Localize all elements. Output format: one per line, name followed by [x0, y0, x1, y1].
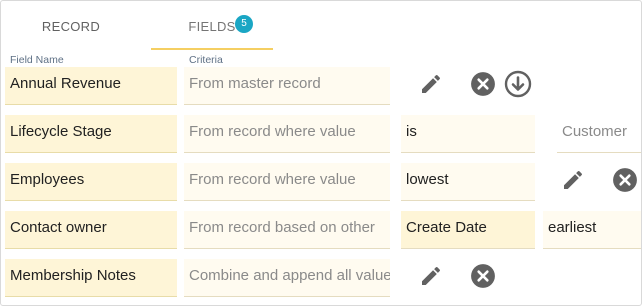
active-tab-indicator	[151, 48, 273, 50]
clear-icon[interactable]	[470, 263, 496, 289]
field-row: Lifecycle Stage From record where value …	[1, 115, 641, 155]
field-name: Annual Revenue	[5, 67, 177, 105]
field-row: Annual Revenue From master record	[1, 67, 641, 107]
criteria-select[interactable]: Combine and append all values	[184, 259, 390, 297]
field-name: Employees	[5, 163, 177, 201]
field-row: Employees From record where value lowest	[1, 163, 641, 203]
criteria-select[interactable]: From master record	[184, 67, 390, 105]
field-name: Lifecycle Stage	[5, 115, 177, 153]
tab-record-label: RECORD	[41, 19, 101, 34]
criteria-select[interactable]: From record where value	[184, 163, 390, 201]
clear-icon[interactable]	[612, 167, 638, 193]
edit-icon[interactable]	[561, 168, 585, 192]
fields-count-badge: 5	[235, 15, 253, 33]
value-select[interactable]: earliest	[543, 211, 641, 249]
edit-icon[interactable]	[419, 264, 443, 288]
operator-select[interactable]: is	[401, 115, 535, 153]
value-select[interactable]: Customer	[557, 115, 641, 153]
clear-icon[interactable]	[470, 71, 496, 97]
tab-record[interactable]: RECORD	[21, 1, 121, 49]
tab-fields[interactable]: FIELDS	[151, 1, 273, 50]
download-icon[interactable]	[504, 70, 532, 98]
criteria-select[interactable]: From record where value	[184, 115, 390, 153]
field-row: Membership Notes Combine and append all …	[1, 259, 641, 299]
field-name-column-header: Field Name	[10, 54, 64, 66]
tab-fields-label: FIELDS	[188, 19, 236, 34]
field-name: Contact owner	[5, 211, 177, 249]
field-row: Contact owner From record based on other…	[1, 211, 641, 251]
edit-icon[interactable]	[419, 72, 443, 96]
merge-fields-panel: RECORD FIELDS 5 Field Name Criteria Annu…	[0, 0, 642, 306]
field-name: Membership Notes	[5, 259, 177, 297]
criteria-select[interactable]: From record based on other	[184, 211, 390, 249]
criteria-column-header: Criteria	[189, 54, 223, 66]
tab-bar: RECORD FIELDS 5	[1, 1, 641, 51]
operator-select[interactable]: lowest	[401, 163, 535, 201]
operator-select[interactable]: Create Date	[401, 211, 535, 249]
